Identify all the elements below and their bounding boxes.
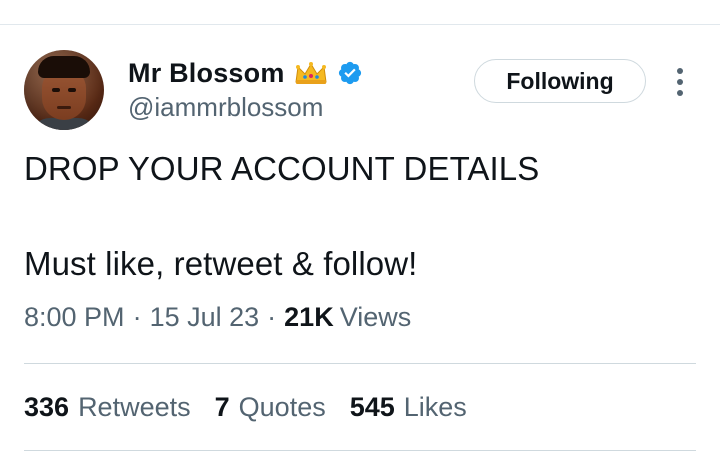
views-label: Views [339,302,412,332]
author-display-name[interactable]: Mr Blossom [128,58,285,89]
meta-separator: · [267,302,277,332]
tweet-time[interactable]: 8:00 PM [24,302,125,333]
tweet-text-line-1: DROP YOUR ACCOUNT DETAILS [24,150,540,187]
following-button[interactable]: Following [474,59,646,103]
divider [24,363,696,364]
divider [24,450,696,451]
tweet-date[interactable]: 15 Jul 23 [150,302,260,333]
likes-count[interactable]: 545 [350,392,395,423]
views-count: 21K [284,302,334,332]
top-border [0,24,720,25]
crown-icon [294,62,327,84]
author-handle[interactable]: @iammrblossom [128,92,323,123]
likes-label[interactable]: Likes [404,392,467,423]
verified-badge-icon[interactable] [337,60,363,86]
tweet-stats: 336 Retweets 7 Quotes 545 Likes [24,392,491,423]
avatar[interactable] [24,50,104,130]
meta-separator: · [132,302,142,332]
tweet-text-line-2: Must like, retweet & follow! [24,245,418,282]
tweet-meta: 8:00 PM · 15 Jul 23 · 21K Views [24,302,411,333]
more-options-icon[interactable] [670,66,690,98]
author-name-row: Mr Blossom [128,56,363,90]
quotes-label[interactable]: Quotes [239,392,326,423]
retweets-count[interactable]: 336 [24,392,69,423]
quotes-count[interactable]: 7 [215,392,230,423]
retweets-label[interactable]: Retweets [78,392,191,423]
